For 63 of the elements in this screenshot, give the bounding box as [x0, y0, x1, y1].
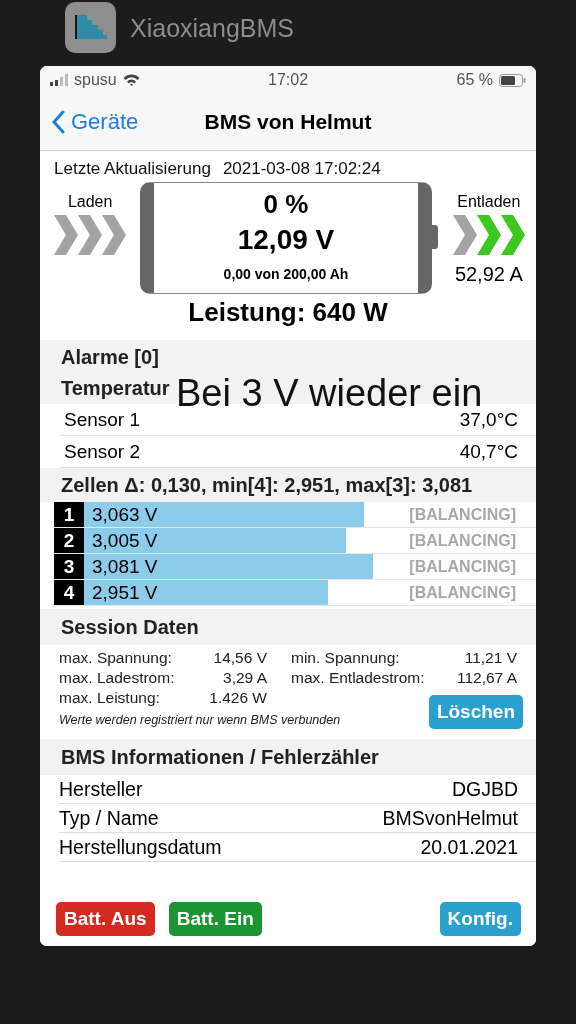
stat-label: max. Ladestrom: [59, 669, 176, 687]
sensor-value: 40,7°C [459, 440, 518, 463]
stat-value: 14,56 V [213, 649, 267, 667]
cells-heading: Zellen Δ: 0,130, min[4]: 2,951, max[3]: 3,081 [40, 468, 536, 502]
info-label: Hersteller [59, 777, 143, 801]
alarms-heading: Alarme [0] [61, 346, 159, 369]
cell-voltage: 3,005 V [92, 529, 158, 552]
stat-label: min. Spannung: [290, 649, 401, 667]
cell-voltage: 3,081 V [92, 555, 158, 578]
carrier-name: spusu [74, 71, 117, 89]
balancing-status: [BALANCING] [409, 557, 516, 576]
info-value: BMSvonHelmut [382, 806, 518, 830]
signal-icon [50, 74, 68, 86]
charge-label: Laden [67, 193, 113, 211]
charge-percent: 0 % [263, 189, 309, 220]
stat-value: 11,21 V [464, 649, 517, 667]
app-icon [65, 2, 116, 53]
back-label: Geräte [71, 109, 139, 135]
balancing-status: [BALANCING] [409, 505, 516, 524]
info-label: Typ / Name [59, 806, 159, 830]
power-reading: Leistung: 640 W [187, 296, 389, 329]
battery-terminal [431, 225, 438, 249]
cell-number: 4 [54, 580, 84, 605]
clear-button[interactable]: Löschen [428, 695, 523, 729]
cell-number: 2 [54, 528, 84, 553]
info-heading: BMS Informationen / Fehlerzähler [40, 739, 536, 775]
info-label: Herstellungsdatum [59, 835, 222, 859]
temperature-heading: Temperatur [61, 377, 170, 400]
discharge-label: Entladen [457, 193, 521, 211]
screen-title: BMS von Helmut [204, 110, 372, 134]
back-link[interactable]: Geräte [40, 109, 139, 135]
action-button[interactable]: Batt. Ein [168, 902, 262, 936]
balancing-status: [BALANCING] [409, 583, 516, 602]
balancing-status: [BALANCING] [409, 531, 516, 550]
clock-time: 17:02 [268, 71, 309, 89]
stat-label: max. Entladestrom: [290, 669, 426, 687]
session-heading: Session Daten [40, 609, 536, 645]
info-value: 20.01.2021 [420, 835, 518, 859]
app-name: XiaoxiangBMS [130, 14, 294, 43]
discharge-current: 52,92 A [454, 263, 523, 286]
cell-number: 3 [54, 554, 84, 579]
cell-voltage: 2,951 V [92, 581, 158, 604]
action-button[interactable]: Batt. Aus [56, 902, 155, 936]
stat-value: 1.426 W [209, 689, 267, 707]
cell-number: 1 [54, 502, 84, 527]
stat-label: max. Spannung: [59, 649, 173, 667]
stat-label: max. Leistung: [59, 689, 161, 707]
info-value: DGJBD [451, 777, 518, 801]
capacity-text: 0,00 von 200,00 Ah [223, 266, 349, 282]
battery-icon [499, 73, 526, 87]
stat-value: 112,67 A [456, 669, 517, 687]
pack-voltage: 12,09 V [237, 224, 335, 256]
session-note: Werte werden registriert nur wenn BMS verbunden [59, 713, 341, 729]
cell-voltage: 3,063 V [92, 503, 158, 526]
action-button[interactable]: Konfig. [439, 902, 521, 936]
chevron-left-icon [52, 110, 65, 134]
update-time: 2021-03-08 17:02:24 [222, 159, 381, 179]
wifi-icon [122, 74, 140, 86]
update-label: Letzte Aktualisierung [54, 159, 211, 179]
sensor-name: Sensor 2 [64, 440, 141, 463]
sensor-name: Sensor 1 [64, 408, 141, 431]
stat-value: 3,29 A [223, 669, 267, 687]
battery-percent: 65 % [456, 71, 493, 89]
